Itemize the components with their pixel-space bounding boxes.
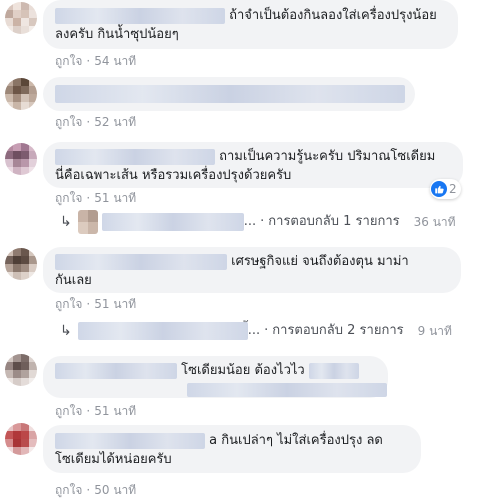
replier-name: [77, 322, 248, 340]
commenter-name[interactable]: [55, 148, 215, 165]
reply-timestamp: 36 นาที: [413, 215, 456, 229]
comment-bubble: ถ้าจำเป็นต้องกินลองใส่เครื่องปรุงน้อย ลง…: [43, 0, 458, 49]
comment-3: ถามเป็นความรู้นะครับ ปริมาณโซเดียม นี่คื…: [0, 140, 487, 240]
comment-meta: ถูกใจ · 51 นาที: [55, 403, 136, 419]
avatar[interactable]: [5, 423, 37, 455]
separator: ·: [86, 404, 91, 418]
thumbs-up-icon: [431, 181, 447, 197]
reply-count-label: การตอบกลับ 1 รายการ: [268, 214, 400, 229]
timestamp[interactable]: 51 นาที: [94, 297, 136, 311]
comment-text-line: เศรษฐกิจแย่ จนถึงต้องตุน มาม่า: [231, 254, 409, 269]
timestamp[interactable]: 52 นาที: [94, 115, 136, 129]
comment-text-line: นี่คือเฉพาะเส้น หรือรวมเครื่องปรุงด้วยคร…: [55, 168, 292, 183]
comment-5: โซเดียมน้อย ต้องไวไว ถูกใจ · 51 นาที: [0, 350, 487, 420]
commenter-name[interactable]: [55, 362, 177, 379]
like-link[interactable]: ถูกใจ: [55, 483, 82, 497]
comment-text-line: ลงครับ กินน้ำซุปน้อยๆ: [55, 27, 179, 42]
comment-bubble: โซเดียมน้อย ต้องไวไว: [43, 356, 388, 398]
comment-text-line: โซเดียมได้หน่อยครับ: [55, 452, 172, 467]
like-link[interactable]: ถูกใจ: [55, 115, 82, 129]
comment-6: a กินเปล่าๆ ไม่ใส่เครื่องปรุง ลด โซเดียม…: [0, 420, 487, 502]
separator: ·: [86, 191, 91, 205]
avatar[interactable]: [5, 143, 37, 175]
reply-timestamp: 9 นาที: [417, 324, 452, 338]
separator: ·: [264, 323, 269, 338]
separator: ·: [86, 483, 91, 497]
comment-bubble: เศรษฐกิจแย่ จนถึงต้องตุน มาม่า กันเลย: [43, 247, 461, 293]
commenter-name[interactable]: [55, 84, 405, 103]
reply-ellipsis: ...: [243, 214, 257, 229]
separator: ·: [260, 214, 265, 229]
timestamp[interactable]: 54 นาที: [94, 54, 136, 68]
like-link[interactable]: ถูกใจ: [55, 191, 82, 205]
timestamp[interactable]: 50 นาที: [94, 483, 136, 497]
like-link[interactable]: ถูกใจ: [55, 297, 82, 311]
comment-meta: ถูกใจ · 51 นาที: [55, 296, 136, 312]
comment-1: ถ้าจำเป็นต้องกินลองใส่เครื่องปรุงน้อย ลง…: [0, 0, 487, 70]
mentioned-name[interactable]: [187, 382, 387, 397]
separator: ·: [86, 297, 91, 311]
comment-text-line: a กินเปล่าๆ ไม่ใส่เครื่องปรุง ลด: [209, 433, 383, 448]
commenter-name[interactable]: [55, 7, 225, 24]
comment-bubble: [43, 77, 415, 111]
separator: ·: [86, 115, 91, 129]
reply-arrow-icon: ↳: [60, 323, 72, 339]
comment-text-line: โซเดียมน้อย ต้องไวไว: [181, 363, 305, 378]
reaction-count-value: 2: [449, 182, 457, 196]
view-replies-link[interactable]: ↳ ้... · การตอบกลับ 2 รายการ 9 นาที: [60, 319, 452, 343]
comment-text-line: ถามเป็นความรู้นะครับ ปริมาณโซเดียม: [219, 149, 436, 164]
comment-text-line: กันเลย: [55, 273, 92, 288]
comment-bubble: a กินเปล่าๆ ไม่ใส่เครื่องปรุง ลด โซเดียม…: [43, 425, 421, 473]
reaction-count[interactable]: 2: [430, 179, 461, 199]
reply-ellipsis: ้...: [247, 323, 261, 338]
like-link[interactable]: ถูกใจ: [55, 54, 82, 68]
reply-avatar: [77, 210, 98, 234]
timestamp[interactable]: 51 นาที: [94, 191, 136, 205]
avatar[interactable]: [5, 78, 37, 110]
comment-text-line: ถ้าจำเป็นต้องกินลองใส่เครื่องปรุงน้อย: [229, 8, 437, 23]
separator: ·: [86, 54, 91, 68]
comment-meta: ถูกใจ · 52 นาที: [55, 114, 136, 130]
avatar[interactable]: [5, 2, 37, 34]
reply-count-label: การตอบกลับ 2 รายการ: [272, 323, 404, 338]
avatar[interactable]: [5, 248, 37, 280]
view-replies-link[interactable]: ↳ ... · การตอบกลับ 1 รายการ 36 นาที: [60, 210, 456, 234]
comment-meta: ถูกใจ · 51 นาที: [55, 190, 136, 206]
comment-4: เศรษฐกิจแย่ จนถึงต้องตุน มาม่า กันเลย ถู…: [0, 244, 487, 344]
comment-meta: ถูกใจ · 50 นาที: [55, 482, 136, 498]
mentioned-name[interactable]: [308, 362, 359, 379]
reply-arrow-icon: ↳: [60, 214, 72, 230]
timestamp[interactable]: 51 นาที: [94, 404, 136, 418]
like-link[interactable]: ถูกใจ: [55, 404, 82, 418]
comment-bubble: ถามเป็นความรู้นะครับ ปริมาณโซเดียม นี่คื…: [43, 142, 463, 188]
avatar[interactable]: [5, 354, 37, 386]
comment-2: ถูกใจ · 52 นาที: [0, 75, 487, 130]
commenter-name[interactable]: [55, 253, 227, 270]
replier-name: [101, 213, 244, 231]
comment-meta: ถูกใจ · 54 นาที: [55, 53, 136, 69]
commenter-name[interactable]: [55, 432, 205, 449]
